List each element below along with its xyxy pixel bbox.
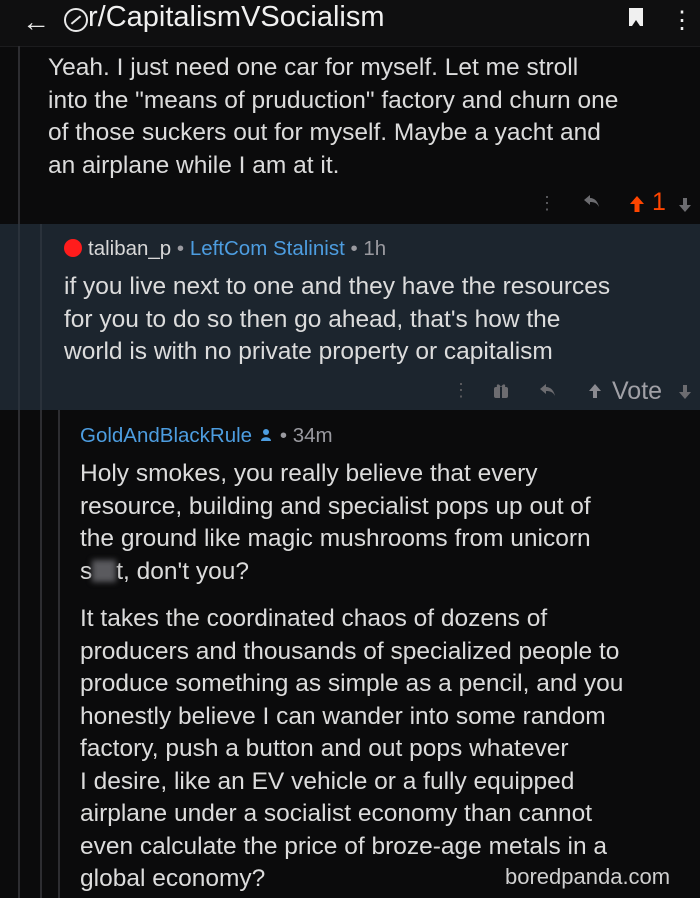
comment-body: if you live next to one and they have th… [64, 271, 700, 369]
comment-line: an airplane while I am at it. [48, 151, 340, 179]
comment-meta: GoldAndBlackRule • 34m [80, 424, 333, 448]
comment-meta: taliban_p • LeftCom Stalinist • 1h [64, 237, 386, 261]
comment-line: airplane under a socialist economy than … [80, 800, 593, 827]
thread-line [40, 410, 42, 898]
more-icon[interactable]: ⋮ [538, 193, 556, 214]
thread-line [18, 410, 20, 898]
comment-body: Yeah. I just need one car for myself. Le… [48, 52, 700, 182]
separator: • [350, 237, 358, 260]
top-bar: ← r/CapitalismVSocialism ⋮ [0, 0, 700, 47]
censor-blur [92, 559, 117, 582]
watermark: boredpanda.com [505, 864, 671, 889]
comment-line: into the "means of pruduction" factory a… [48, 86, 619, 114]
more-icon[interactable]: ⋮ [670, 6, 694, 35]
comment-actions: ⋮ Vote [0, 377, 700, 408]
more-icon[interactable]: ⋮ [452, 380, 470, 401]
comment-paragraph: Holy smokes, you really believe that eve… [80, 458, 700, 588]
comment-line: Holy smokes, you really believe that eve… [80, 460, 538, 487]
timestamp: 34m [292, 424, 333, 447]
upvote-icon[interactable] [629, 195, 645, 218]
back-arrow-icon[interactable]: ← [22, 6, 50, 38]
downvote-icon[interactable] [678, 197, 692, 218]
comment-line: for you to do so then go ahead, that's h… [64, 305, 561, 333]
comment-line: Yeah. I just need one car for myself. Le… [48, 54, 579, 81]
thread-line [58, 410, 60, 898]
comment-line: if you live next to one and they have th… [64, 273, 611, 300]
username[interactable]: GoldAndBlackRule [80, 424, 252, 447]
comment-line: the ground like magic mushrooms from uni… [80, 525, 591, 552]
timestamp: 1h [363, 237, 387, 260]
avatar [64, 239, 82, 257]
bookmark-icon[interactable] [629, 8, 643, 26]
subreddit-title[interactable]: r/CapitalismVSocialism [88, 1, 385, 34]
comment-actions: ⋮ 1 [0, 188, 700, 221]
vote-label: Vote [612, 377, 663, 405]
comment-line: resource, building and specialist pops u… [80, 492, 591, 520]
username[interactable]: taliban_p [88, 237, 171, 260]
subreddit-icon [64, 8, 88, 32]
reply-icon[interactable] [539, 382, 557, 403]
comment-paragraph: It takes the coordinated chaos of dozens… [80, 603, 700, 896]
comment-line: of those suckers out for myself. Maybe a… [48, 119, 601, 146]
mod-icon [256, 429, 278, 445]
comment-line: produce something as simple as a pencil,… [80, 670, 624, 697]
award-icon[interactable] [493, 383, 509, 404]
separator: • [279, 424, 288, 447]
comment-line: factory, push a button and out pops what… [80, 735, 569, 762]
comment-line: s t, don't you? [80, 556, 700, 589]
separator: • [176, 237, 185, 260]
comment-line: producers and thousands of specialized p… [80, 637, 620, 665]
comment-line: honestly believe I can wander into some … [80, 702, 606, 730]
comment-line: I desire, like an EV vehicle or a fully … [80, 767, 575, 795]
comment-line: even calculate the price of broze-age me… [80, 832, 608, 860]
comment-line: It takes the coordinated chaos of dozens… [80, 605, 548, 632]
censored-prefix: s [80, 557, 93, 585]
comment-line: world is with no private property or cap… [64, 338, 553, 365]
censored-suffix: t, don't you? [116, 557, 249, 585]
user-flair: LeftCom Stalinist [189, 237, 345, 260]
reply-icon[interactable] [583, 193, 601, 214]
score: 1 [652, 188, 666, 216]
upvote-icon[interactable] [588, 383, 602, 404]
downvote-icon[interactable] [678, 384, 692, 405]
